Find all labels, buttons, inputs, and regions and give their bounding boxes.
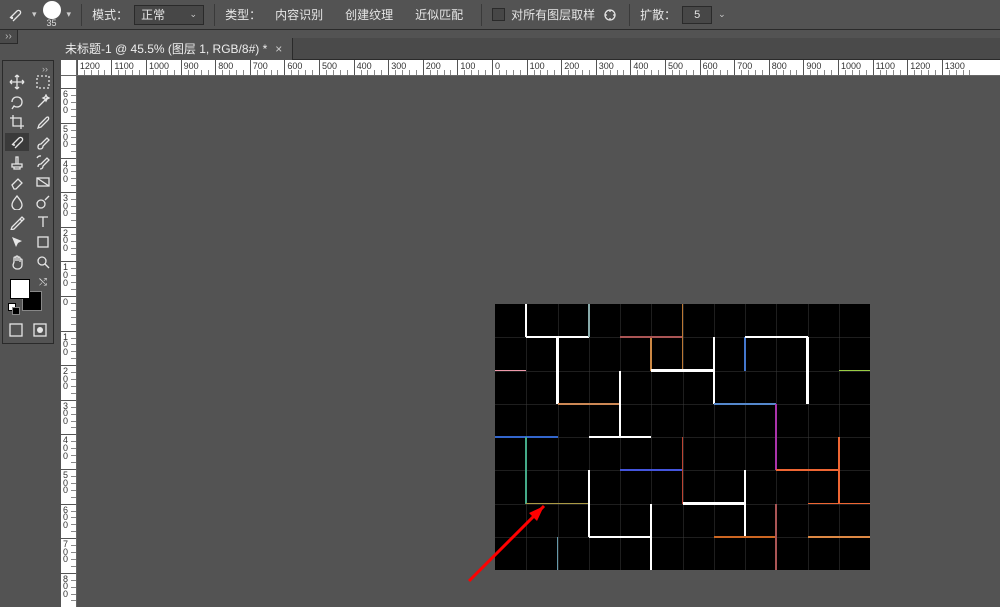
mode-select[interactable]: 正常 ⌄ xyxy=(134,5,204,25)
sample-all-layers-label: 对所有图层取样 xyxy=(511,6,595,23)
expand-label: 扩散： xyxy=(640,6,676,23)
tool-brush[interactable] xyxy=(31,133,55,151)
separator xyxy=(481,4,482,26)
sample-all-layers-checkbox[interactable] xyxy=(492,8,505,21)
default-colors-icon[interactable] xyxy=(8,303,18,313)
tool-path-select[interactable] xyxy=(5,233,29,251)
tool-history-brush[interactable] xyxy=(31,153,55,171)
brush-size-picker[interactable]: 35 xyxy=(43,1,61,28)
separator xyxy=(214,4,215,26)
close-icon[interactable]: × xyxy=(275,42,282,56)
vertical-ruler[interactable]: 6005004003002001000100200300400500600700… xyxy=(61,76,77,607)
tool-panel: ›› ⤭ xyxy=(2,60,54,344)
panel-collapse-handle[interactable]: ›› xyxy=(0,30,18,44)
document-tab[interactable]: 未标题-1 @ 45.5% (图层 1, RGB/8#) * × xyxy=(55,38,293,60)
tool-crop[interactable] xyxy=(5,113,29,131)
tool-zoom[interactable] xyxy=(31,253,55,271)
current-tool-icon[interactable] xyxy=(4,4,26,26)
tool-hand[interactable] xyxy=(5,253,29,271)
tool-preset-chevron-icon[interactable]: ▾ xyxy=(32,9,37,20)
tool-stamp[interactable] xyxy=(5,153,29,171)
swap-colors-icon[interactable]: ⤭ xyxy=(39,277,47,288)
separator xyxy=(81,4,82,26)
mode-value: 正常 xyxy=(141,6,165,23)
type-label: 类型： xyxy=(225,6,261,23)
expand-value-input[interactable]: 5 xyxy=(682,6,712,24)
brush-size-value: 35 xyxy=(47,19,57,28)
tool-eyedropper[interactable] xyxy=(31,113,55,131)
tool-lasso[interactable] xyxy=(5,93,29,111)
tool-dodge[interactable] xyxy=(31,193,55,211)
document-canvas[interactable] xyxy=(495,304,870,570)
tool-gradient[interactable] xyxy=(31,173,55,191)
tool-blur[interactable] xyxy=(5,193,29,211)
document-tab-bar: 未标题-1 @ 45.5% (图层 1, RGB/8#) * × xyxy=(55,38,1000,60)
mode-label: 模式： xyxy=(92,6,128,23)
brush-preview-icon xyxy=(43,1,61,19)
color-swatches: ⤭ xyxy=(5,277,51,317)
foreground-color-swatch[interactable] xyxy=(10,279,30,299)
tool-wand[interactable] xyxy=(31,93,55,111)
tool-pen[interactable] xyxy=(5,213,29,231)
options-bar: ▾ 35 ▾ 模式： 正常 ⌄ 类型： 内容识别 创建纹理 近似匹配 对所有图层… xyxy=(0,0,1000,30)
chevron-down-icon: ⌄ xyxy=(190,9,198,20)
tool-healing[interactable] xyxy=(5,133,29,151)
tool-type[interactable] xyxy=(31,213,55,231)
type-create-texture-button[interactable]: 创建纹理 xyxy=(337,5,401,25)
quick-mask-mode-button[interactable] xyxy=(29,321,51,339)
tool-marquee[interactable] xyxy=(31,73,55,91)
document-tab-title: 未标题-1 @ 45.5% (图层 1, RGB/8#) * xyxy=(65,40,267,57)
panel-collapse-chevron-icon[interactable]: ›› xyxy=(5,65,51,73)
type-content-aware-button[interactable]: 内容识别 xyxy=(267,5,331,25)
type-proximity-match-button[interactable]: 近似匹配 xyxy=(407,5,471,25)
tool-shape[interactable] xyxy=(31,233,55,251)
standard-mode-button[interactable] xyxy=(5,321,27,339)
ruler-origin[interactable] xyxy=(61,60,77,76)
canvas-viewport[interactable] xyxy=(77,76,1000,607)
horizontal-ruler[interactable]: 1200110010009008007006005004003002001000… xyxy=(77,60,1000,76)
tool-eraser[interactable] xyxy=(5,173,29,191)
brush-chevron-icon[interactable]: ▾ xyxy=(67,9,72,20)
pressure-toggle-icon[interactable] xyxy=(601,6,619,24)
expand-chevron-icon[interactable]: ⌄ xyxy=(718,9,726,20)
separator xyxy=(629,4,630,26)
tool-move[interactable] xyxy=(5,73,29,91)
